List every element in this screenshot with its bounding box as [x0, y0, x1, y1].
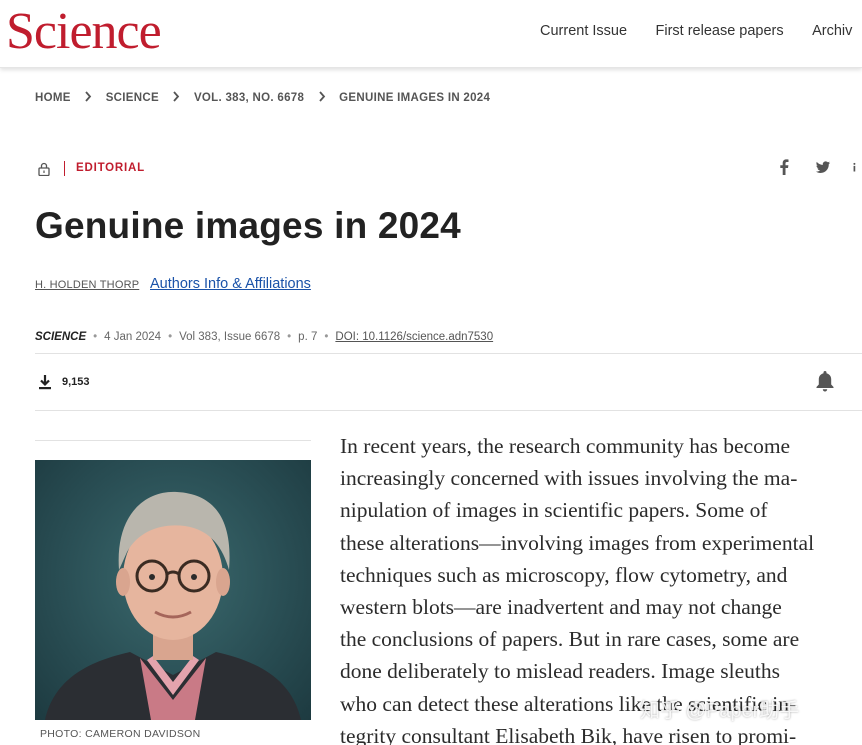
download-icon: [39, 375, 51, 390]
nav-first-release-papers[interactable]: First release papers: [656, 23, 784, 39]
bell-icon[interactable]: [814, 369, 836, 393]
body-line: done deliberately to mislead readers. Im…: [340, 659, 780, 684]
author-name[interactable]: H. HOLDEN THORP: [35, 279, 139, 291]
breadcrumb-issue[interactable]: VOL. 383, NO. 6678: [194, 92, 304, 104]
section-divider: [64, 161, 65, 176]
breadcrumb-current: GENUINE IMAGES IN 2024: [339, 91, 491, 104]
body-line: the conclusions of papers. But in rare c…: [340, 627, 800, 652]
nav-archive[interactable]: Archiv: [812, 23, 852, 39]
body-line: these alterations—involving images from …: [340, 530, 815, 555]
publish-date: 4 Jan 2024: [104, 331, 162, 343]
download-count: 9,153: [62, 376, 90, 388]
watermark: 知乎 @Paper助手: [640, 700, 800, 722]
authors-info-link[interactable]: Authors Info & Affiliations: [150, 276, 311, 292]
twitter-icon[interactable]: [815, 158, 831, 176]
lock-icon: [38, 162, 50, 176]
science-logo[interactable]: Science: [6, 2, 162, 62]
body-line: increasingly concerned with issues invol…: [340, 466, 798, 491]
section-label[interactable]: EDITORIAL: [76, 162, 145, 174]
chevron-right-icon: [84, 90, 92, 105]
article-title: Genuine images in 2024: [35, 205, 461, 246]
breadcrumb-science[interactable]: SCIENCE: [106, 92, 159, 104]
nav-current-issue[interactable]: Current Issue: [540, 23, 627, 39]
chevron-right-icon: [172, 90, 180, 105]
page-number: p. 7: [298, 331, 318, 343]
photo-caption: PHOTO: CAMERON DAVIDSON: [40, 728, 201, 740]
site-header: Science Current Issue First release pape…: [0, 0, 862, 68]
volume-issue[interactable]: Vol 383, Issue 6678: [179, 331, 280, 343]
body-line: In recent years, the research community …: [340, 434, 791, 458]
breadcrumb: HOME SCIENCE VOL. 383, NO. 6678 GENUINE …: [35, 90, 490, 105]
breadcrumb-home[interactable]: HOME: [35, 92, 71, 104]
main-nav: Current Issue First release papers Archi…: [540, 22, 862, 40]
meta-divider-bottom: [35, 410, 862, 411]
body-line: tegrity consultant Elisabeth Bik, have r…: [340, 723, 797, 745]
body-line: techniques such as microscopy, flow cyto…: [340, 562, 788, 587]
author-photo: [35, 460, 311, 720]
linkedin-icon[interactable]: [853, 158, 862, 176]
portrait-illustration: [45, 491, 301, 720]
doi-link[interactable]: DOI: 10.1126/science.adn7530: [335, 331, 493, 343]
body-line: nipulation of images in scientific paper…: [340, 498, 768, 523]
share-links: [758, 158, 862, 176]
body-line: western blots—are inadvertent and may no…: [340, 595, 782, 620]
facebook-icon[interactable]: [776, 158, 792, 176]
journal-name: SCIENCE: [35, 331, 87, 343]
meta-divider-top: [35, 353, 862, 354]
chevron-right-icon: [318, 90, 326, 105]
article-meta: SCIENCE • 4 Jan 2024 • Vol 383, Issue 6678 • p…: [35, 331, 494, 343]
photo-divider: [35, 440, 311, 441]
